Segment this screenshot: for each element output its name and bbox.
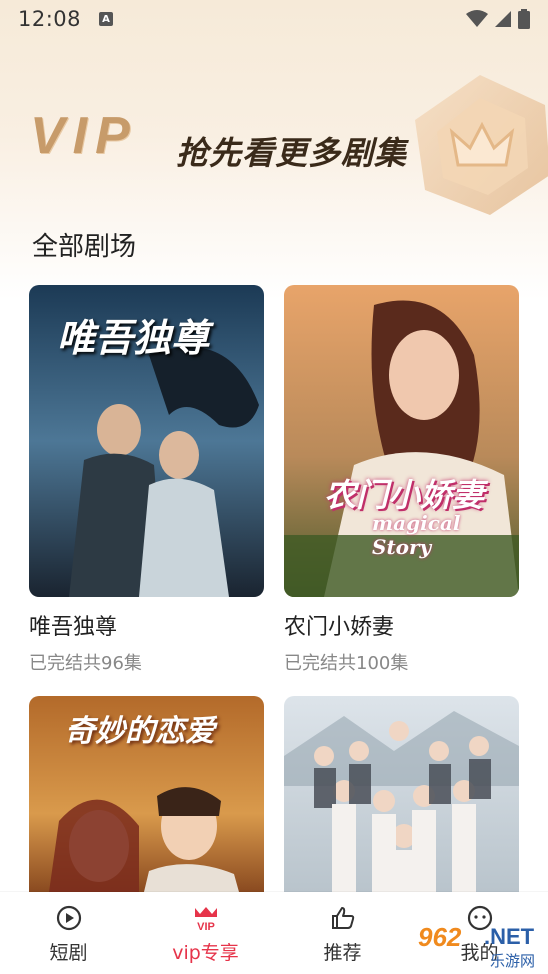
poster-title: 农门小娇妻: [324, 476, 485, 514]
drama-poster[interactable]: [284, 696, 519, 892]
poster-title: 奇妙的恋爱: [65, 714, 215, 749]
signal-icon: [495, 11, 511, 27]
status-bar: 12:08 A: [0, 0, 548, 38]
vip-banner: VIP 抢先看更多剧集: [0, 70, 548, 220]
drama-card[interactable]: [284, 696, 519, 892]
drama-episodes: 已完结共100集: [284, 653, 409, 674]
poster-subtitle: magical Story: [372, 511, 461, 559]
vip-slogan: 抢先看更多剧集: [176, 134, 408, 172]
wifi-icon: [466, 10, 488, 27]
drama-episodes: 已完结共96集: [29, 653, 142, 674]
tab-vip[interactable]: VIP vip专享: [137, 892, 274, 974]
site-watermark: 962 .NET 乐游网: [412, 920, 548, 974]
thumbs-up-icon: [329, 904, 357, 932]
drama-name[interactable]: 农门小娇妻: [284, 609, 519, 641]
vip-crown-icon: VIP: [192, 904, 220, 932]
crown-badge-icon: [415, 75, 548, 215]
drama-card[interactable]: 唯吾独尊 唯吾独尊 已完结共96集: [29, 285, 264, 675]
drama-poster[interactable]: 农门小娇妻 magical Story: [284, 285, 519, 597]
section-title: 全部剧场: [32, 232, 137, 262]
drama-poster[interactable]: 奇妙的恋爱: [29, 696, 264, 892]
battery-icon: [518, 9, 530, 29]
poster-title: 唯吾独尊: [57, 316, 210, 360]
tab-recommend[interactable]: 推荐: [274, 892, 411, 974]
drama-card[interactable]: 农门小娇妻 magical Story 农门小娇妻 已完结共100集: [284, 285, 519, 675]
watermark-cn: 乐游网: [490, 952, 536, 970]
watermark-net: .NET: [484, 924, 535, 949]
drama-name[interactable]: 唯吾独尊: [29, 609, 264, 641]
tab-label: 短剧: [49, 942, 88, 964]
sim-icon: A: [99, 12, 114, 26]
svg-text:VIP: VIP: [197, 921, 215, 931]
vip-title: VIP: [30, 107, 138, 165]
drama-poster[interactable]: 唯吾独尊: [29, 285, 264, 597]
status-icons: [466, 9, 530, 29]
clock: 12:08: [18, 7, 82, 31]
drama-card[interactable]: 奇妙的恋爱: [29, 696, 264, 892]
tab-label: vip专享: [172, 942, 239, 964]
watermark-number: 962: [418, 922, 462, 952]
play-circle-icon: [55, 904, 83, 932]
tab-label: 推荐: [323, 942, 362, 964]
tab-shorts[interactable]: 短剧: [0, 892, 137, 974]
